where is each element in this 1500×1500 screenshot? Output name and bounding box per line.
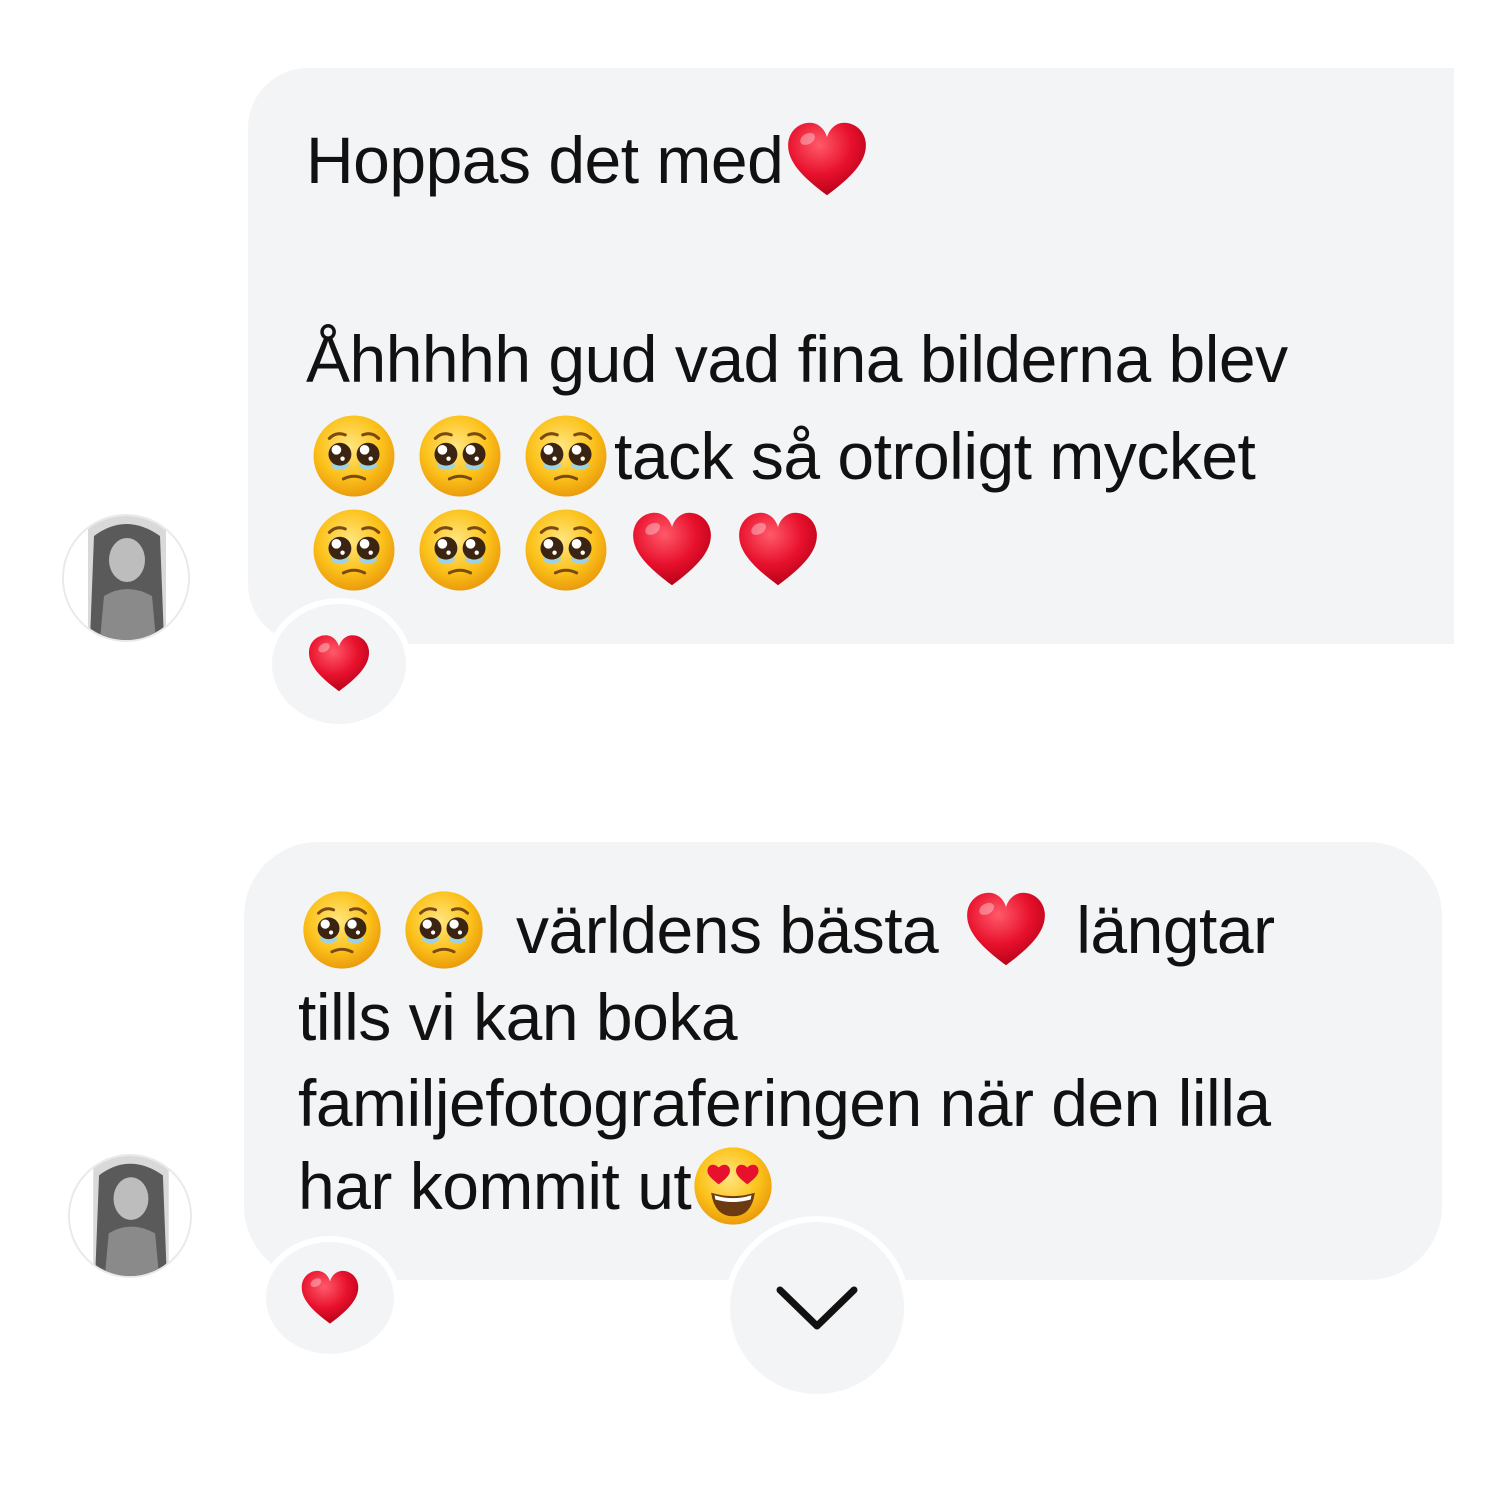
sender-avatar[interactable] (64, 516, 188, 640)
message-line (310, 506, 822, 594)
pleading-face-icon (402, 888, 486, 972)
avatar-photo (64, 516, 188, 640)
message-line: Åhhhhh gud vad fina bilderna blev (306, 326, 1288, 392)
message-text: tack så otroligt mycket (614, 419, 1256, 493)
red-heart-icon (734, 506, 822, 594)
pleading-face-icon (416, 412, 504, 500)
scroll-down-button[interactable] (730, 1222, 904, 1394)
message-reaction[interactable] (266, 1242, 394, 1354)
message-text: Hoppas det med (306, 123, 784, 197)
message-bubble[interactable]: Hoppas det med Åhhhhh gud vad fina bilde… (248, 68, 1454, 644)
message-text: längtar (1076, 893, 1275, 967)
red-heart-icon (305, 630, 373, 698)
message-line: familjefotograferingen när den lilla (298, 1070, 1271, 1136)
red-heart-icon (628, 506, 716, 594)
sender-avatar[interactable] (70, 1156, 190, 1276)
red-heart-icon (962, 886, 1050, 974)
message-line: världens bästa längtar (300, 886, 1275, 974)
pleading-face-icon (522, 506, 610, 594)
pleading-face-icon (416, 506, 504, 594)
message-text: familjefotograferingen när den lilla (298, 1066, 1271, 1140)
heart-eyes-face-icon (691, 1144, 775, 1228)
message-text: har kommit ut (298, 1149, 692, 1223)
red-heart-icon (298, 1266, 362, 1330)
message-bubble[interactable]: världens bästa längtar tills vi kan boka… (244, 842, 1442, 1280)
message-text: Åhhhhh gud vad fina bilderna blev (306, 322, 1288, 396)
message-line: Hoppas det med (306, 116, 871, 204)
message-line: har kommit ut (298, 1144, 775, 1228)
avatar-photo (70, 1156, 190, 1276)
message-line: tills vi kan boka (298, 980, 738, 1054)
message-reaction[interactable] (272, 604, 406, 724)
pleading-face-icon (310, 412, 398, 500)
message-text: tills vi kan boka (298, 980, 738, 1054)
red-heart-icon (783, 116, 871, 204)
pleading-face-icon (522, 412, 610, 500)
chevron-down-icon (776, 1286, 858, 1330)
message-text: världens bästa (516, 893, 939, 967)
message-line: tack så otroligt mycket (310, 412, 1256, 500)
pleading-face-icon (310, 506, 398, 594)
pleading-face-icon (300, 888, 384, 972)
